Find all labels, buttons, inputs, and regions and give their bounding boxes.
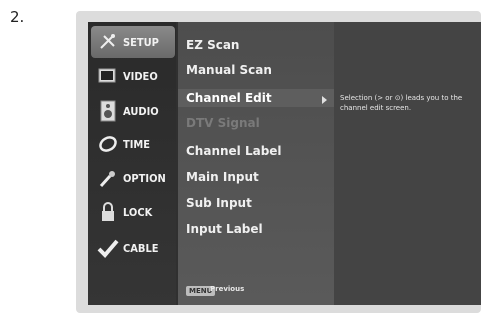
tv-icon xyxy=(97,65,119,87)
tab-label: VIDEO xyxy=(123,69,158,83)
menu-item-dtv-signal: DTV Signal xyxy=(186,116,260,130)
tab-label: SETUP xyxy=(123,35,159,49)
tab-label: CABLE xyxy=(123,241,159,255)
lock-icon xyxy=(97,201,119,223)
menu-item-main-input[interactable]: Main Input xyxy=(186,168,259,186)
description-panel xyxy=(334,22,481,305)
tab-video[interactable]: VIDEO xyxy=(91,60,175,92)
tab-lock[interactable]: LOCK xyxy=(91,196,175,228)
tab-cable[interactable]: CABLE xyxy=(91,232,175,264)
tab-label: OPTION xyxy=(123,171,166,185)
clock-icon xyxy=(97,133,119,155)
tab-audio[interactable]: AUDIO xyxy=(91,95,175,127)
tab-label: AUDIO xyxy=(123,104,159,118)
menu-item-manual-scan[interactable]: Manual Scan xyxy=(186,61,272,79)
menu-item-sub-input[interactable]: Sub Input xyxy=(186,194,252,212)
footer-previous-label: Previous xyxy=(210,285,245,293)
tab-label: TIME xyxy=(123,137,151,151)
speaker-icon xyxy=(97,100,119,122)
menu-item-channel-edit[interactable]: Channel Edit xyxy=(178,89,334,107)
menu-item-ez-scan[interactable]: EZ Scan xyxy=(186,36,239,54)
option-icon xyxy=(97,167,119,189)
menu-item-channel-label[interactable]: Channel Label xyxy=(186,142,282,160)
arrow-right-icon xyxy=(322,96,327,104)
tab-setup[interactable]: SETUP xyxy=(91,26,175,58)
satellite-dish-icon xyxy=(97,31,119,53)
step-number: 2. xyxy=(10,8,25,26)
tab-time[interactable]: TIME xyxy=(91,128,175,160)
tab-option[interactable]: OPTION xyxy=(91,162,175,194)
checkmark-icon xyxy=(97,237,119,259)
tab-label: LOCK xyxy=(123,205,153,219)
menu-item-input-label[interactable]: Input Label xyxy=(186,220,263,238)
item-description: Selection (> or ⊙) leads you to the chan… xyxy=(340,94,463,112)
